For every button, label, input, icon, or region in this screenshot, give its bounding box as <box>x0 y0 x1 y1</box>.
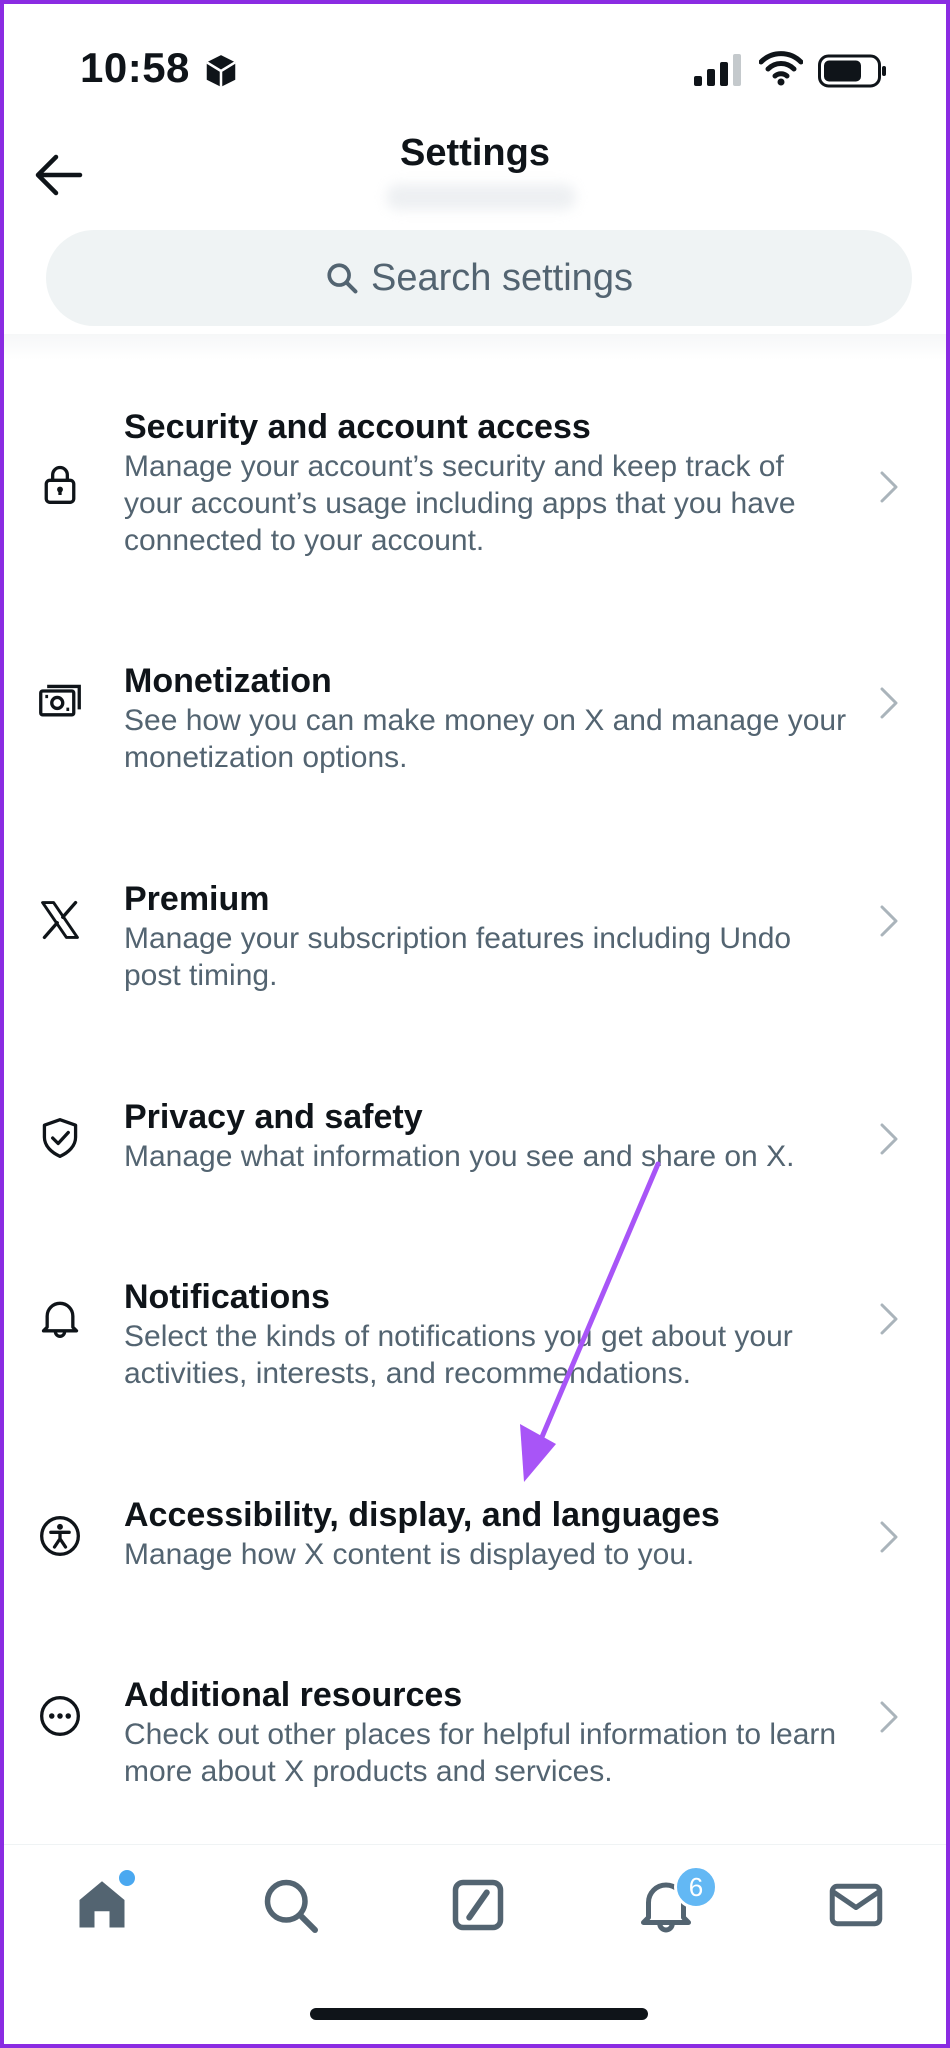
settings-item-description: Manage your subscription features includ… <box>124 922 792 992</box>
page-title: Settings <box>400 132 550 174</box>
chevron-right-icon <box>880 687 898 719</box>
more-icon <box>40 1696 80 1736</box>
home-badge-dot <box>116 1867 138 1889</box>
chevron-right-icon <box>880 1701 898 1733</box>
cube-icon <box>206 55 236 87</box>
x-logo-icon <box>41 900 79 940</box>
settings-item-description: Manage your account’s security and keep … <box>124 450 796 557</box>
settings-item-description: See how you can make money on X and mana… <box>124 704 847 774</box>
settings-item-title: Monetization <box>124 662 332 700</box>
shield-icon <box>42 1118 78 1158</box>
battery-icon <box>818 54 886 88</box>
status-time: 10:58 <box>80 44 190 91</box>
search-icon[interactable] <box>260 1875 320 1935</box>
settings-item-premium[interactable]: Premium Manage your subscription feature… <box>4 878 946 998</box>
settings-item-monetization[interactable]: Monetization See how you can make money … <box>4 660 946 780</box>
settings-item-additional-resources[interactable]: Additional resources Check out other pla… <box>4 1674 946 1794</box>
settings-item-title: Accessibility, display, and languages <box>124 1496 720 1534</box>
cellular-signal-icon <box>694 54 741 86</box>
settings-item-security[interactable]: Security and account access Manage your … <box>4 406 946 566</box>
search-icon <box>327 263 358 294</box>
chevron-right-icon <box>880 1123 898 1155</box>
search-placeholder: Search settings <box>371 256 633 299</box>
settings-item-title: Additional resources <box>124 1676 463 1714</box>
settings-item-description: Manage how X content is displayed to you… <box>124 1538 695 1571</box>
status-bar: 10:58 <box>4 4 946 134</box>
settings-item-title: Notifications <box>124 1278 330 1316</box>
settings-item-description: Manage what information you see and shar… <box>124 1140 795 1173</box>
accessibility-icon <box>40 1516 80 1556</box>
settings-item-description: Select the kinds of notifications you ge… <box>124 1320 793 1390</box>
settings-item-privacy[interactable]: Privacy and safety Manage what informati… <box>4 1096 946 1182</box>
messages-icon[interactable] <box>826 1875 886 1935</box>
chevron-right-icon <box>880 1521 898 1553</box>
settings-item-title: Privacy and safety <box>124 1098 423 1136</box>
settings-item-title: Security and account access <box>124 408 591 446</box>
lock-icon <box>44 465 76 504</box>
settings-item-title: Premium <box>124 880 270 918</box>
wifi-icon <box>759 51 803 86</box>
chevron-right-icon <box>880 471 898 503</box>
grok-icon[interactable] <box>448 1875 508 1935</box>
chevron-right-icon <box>880 905 898 937</box>
header-divider <box>4 334 946 360</box>
settings-item-accessibility[interactable]: Accessibility, display, and languages Ma… <box>4 1494 946 1580</box>
money-icon <box>39 684 81 717</box>
search-settings-input[interactable]: Search settings <box>46 230 912 326</box>
bell-icon <box>41 1301 79 1338</box>
chevron-right-icon <box>880 1303 898 1335</box>
notifications-badge: 6 <box>674 1865 718 1909</box>
settings-item-notifications[interactable]: Notifications Select the kinds of notifi… <box>4 1276 946 1396</box>
home-indicator <box>310 2008 648 2020</box>
app-screen: 10:58 Settings Search settings Security … <box>0 0 950 2048</box>
blurred-username <box>386 184 576 210</box>
settings-item-description: Check out other places for helpful infor… <box>124 1718 837 1788</box>
